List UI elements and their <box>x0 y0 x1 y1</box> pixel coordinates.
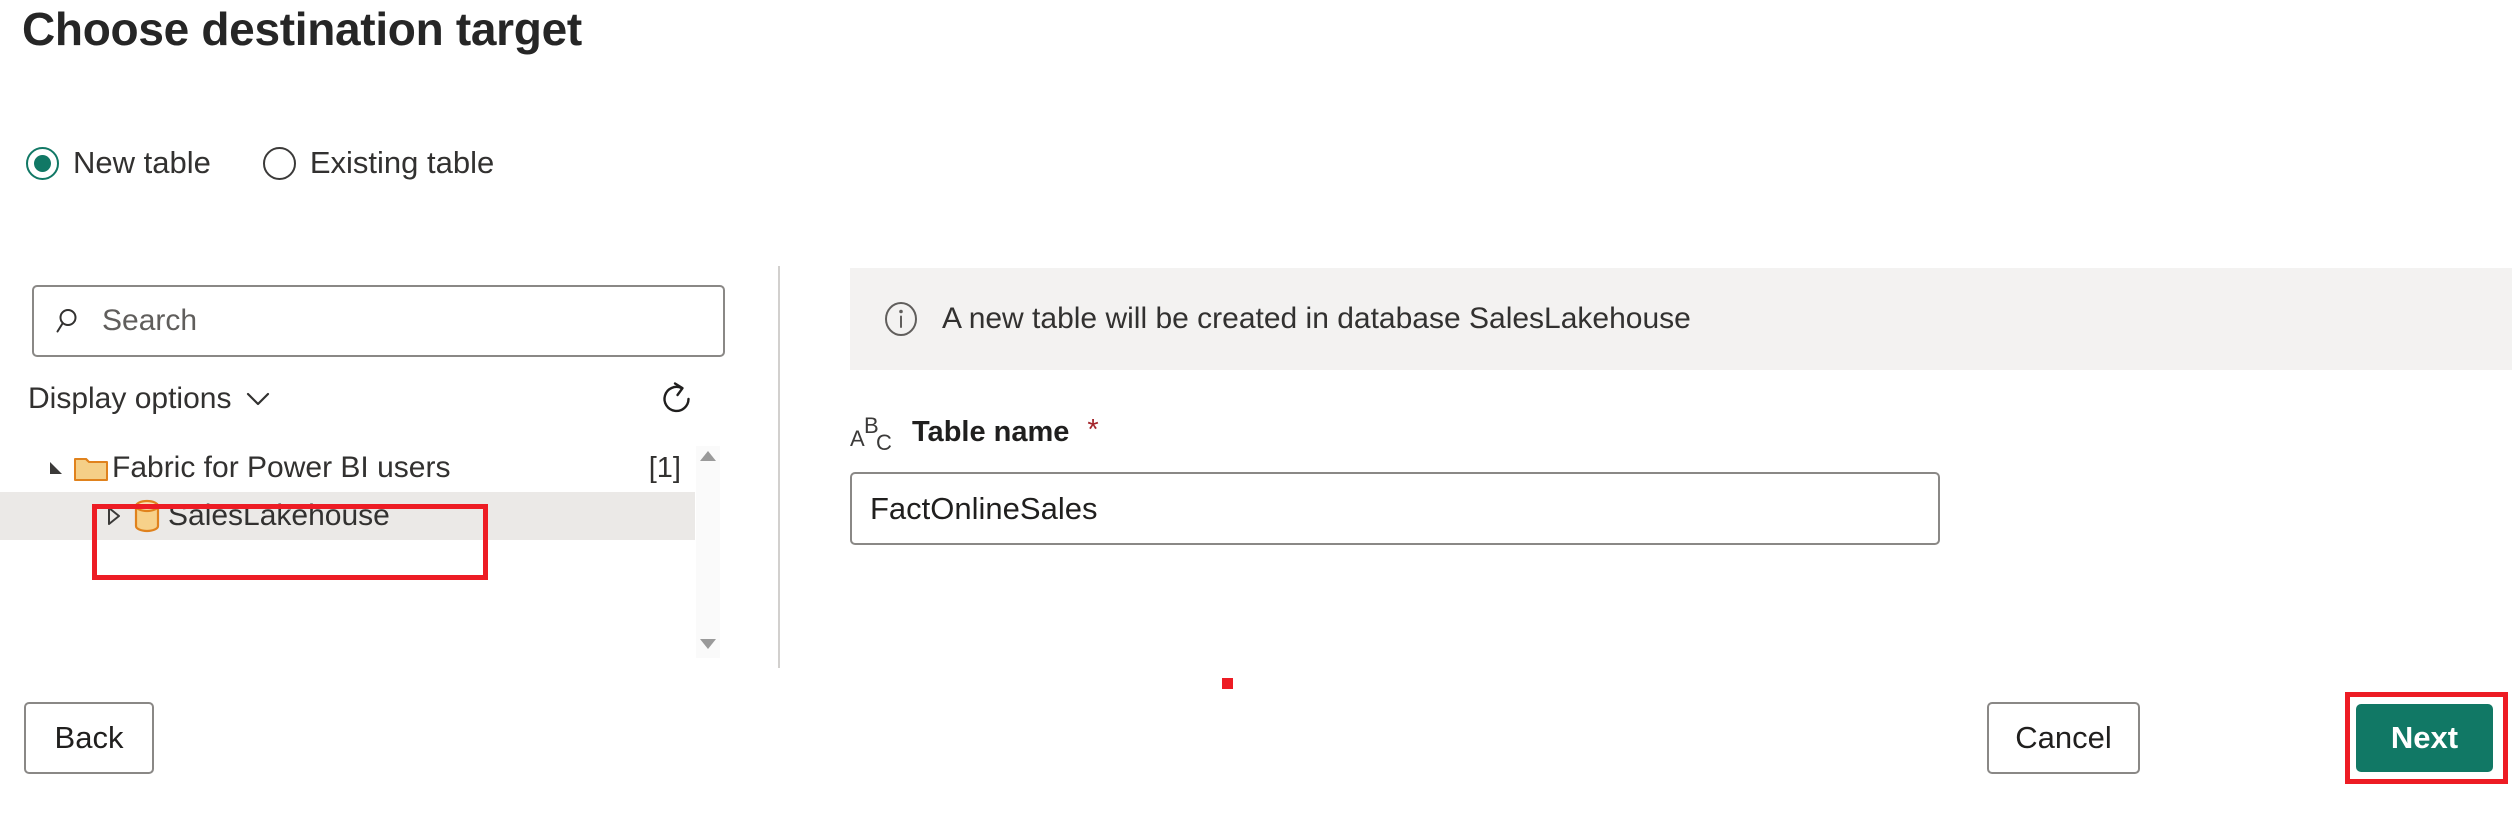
search-icon <box>56 306 86 336</box>
radio-existing-table-icon[interactable] <box>263 147 296 180</box>
scroll-down-arrow-icon[interactable] <box>699 634 717 658</box>
abc-text-type-icon: A B C <box>850 412 896 452</box>
next-button[interactable]: Next <box>2356 704 2493 772</box>
destination-type-radio-group: New table Existing table <box>26 145 494 181</box>
display-options-button[interactable]: Display options <box>28 382 271 416</box>
radio-option-new-table[interactable]: New table <box>26 145 211 181</box>
tree-vertical-scrollbar[interactable] <box>696 446 720 658</box>
tree-row[interactable]: Fabric for Power BI users [1] <box>0 444 695 492</box>
tree-item-label: SalesLakehouse <box>168 499 390 533</box>
table-name-label-row: A B C Table name * <box>850 412 1099 452</box>
table-name-input[interactable] <box>850 472 1940 545</box>
red-marker-dot <box>1222 678 1233 689</box>
navigator-left-panel: Search Display options <box>0 268 778 668</box>
radio-option-existing-table[interactable]: Existing table <box>263 145 494 181</box>
refresh-button[interactable] <box>657 379 697 419</box>
search-placeholder-text: Search <box>102 304 197 338</box>
radio-new-table-icon[interactable] <box>26 147 59 180</box>
chevron-down-icon <box>245 390 271 408</box>
search-box[interactable]: Search <box>32 285 725 357</box>
radio-label-existing-table: Existing table <box>310 145 494 181</box>
panel-divider <box>778 266 780 668</box>
database-icon <box>126 499 168 533</box>
refresh-icon <box>657 379 697 419</box>
info-icon <box>882 300 920 338</box>
scroll-up-arrow-icon[interactable] <box>699 446 717 470</box>
back-button[interactable]: Back <box>24 702 154 774</box>
tree-item-count: [1] <box>649 452 695 485</box>
table-name-label: Table name <box>912 416 1069 449</box>
cancel-button[interactable]: Cancel <box>1987 702 2140 774</box>
display-options-row: Display options <box>28 376 725 422</box>
abc-letter-a: A <box>850 428 865 450</box>
folder-icon <box>70 453 112 483</box>
radio-label-new-table: New table <box>73 145 211 181</box>
expander-expanded-icon[interactable] <box>44 458 70 478</box>
expander-collapsed-icon[interactable] <box>100 505 126 527</box>
tree-item-label: Fabric for Power BI users <box>112 451 450 485</box>
info-message-text: A new table will be created in database … <box>942 302 1691 336</box>
display-options-label: Display options <box>28 382 231 416</box>
page-title: Choose destination target <box>22 2 582 56</box>
tree-row[interactable]: SalesLakehouse <box>0 492 695 540</box>
source-tree: Fabric for Power BI users [1] SalesLakeh… <box>0 444 695 540</box>
required-asterisk: * <box>1087 414 1098 447</box>
radio-dot <box>34 155 51 172</box>
info-message-bar: A new table will be created in database … <box>850 268 2512 370</box>
abc-letter-c: C <box>876 432 892 454</box>
